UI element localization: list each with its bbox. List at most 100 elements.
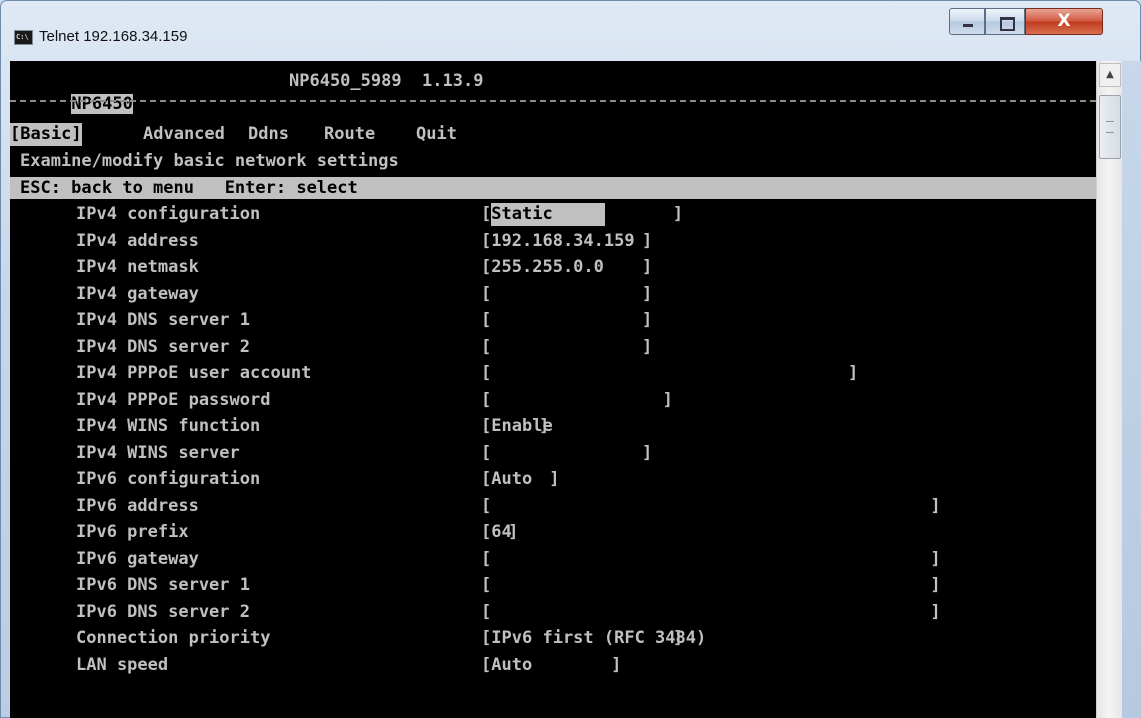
field-close-bracket: ] [930, 601, 941, 622]
scroll-up-icon[interactable]: ▲ [1099, 63, 1121, 87]
field-close-bracket: ] [930, 575, 941, 595]
setting-label: IPv4 gateway [76, 283, 199, 304]
field-close-bracket: ] [611, 654, 622, 675]
field-close-bracket: ] [672, 628, 684, 648]
setting-row[interactable]: IPv6 address [] [10, 495, 1096, 518]
field-open-bracket: [ [481, 654, 492, 675]
field-open-bracket: [ [481, 257, 492, 277]
model-label: NP6450 [71, 94, 133, 114]
setting-value[interactable]: Static [491, 203, 605, 226]
scroll-thumb[interactable] [1099, 95, 1121, 159]
field-open-bracket: [ [481, 601, 492, 622]
field-open-bracket: [ [481, 363, 492, 383]
field-open-bracket: [ [481, 495, 492, 516]
field-open-bracket: [ [481, 469, 492, 489]
setting-row[interactable]: IPv4 DNS server 1 [] [10, 309, 1096, 332]
setting-value[interactable]: 255.255.0.0 [491, 256, 604, 279]
window-title: Telnet 192.168.34.159 [39, 28, 188, 45]
field-close-bracket: ] [642, 283, 653, 304]
telnet-window: C:\ Telnet 192.168.34.159 X NP6450 NP645… [0, 0, 1141, 718]
field-open-bracket: [ [481, 204, 492, 224]
close-button[interactable]: X [1025, 8, 1103, 35]
setting-row[interactable]: IPv4 PPPoE password [] [10, 389, 1096, 412]
window-frame-right [1122, 61, 1141, 718]
setting-label: IPv4 WINS function [76, 416, 261, 436]
setting-label: IPv4 PPPoE user account [76, 363, 312, 383]
field-close-bracket: ] [549, 469, 560, 489]
field-close-bracket: ] [930, 495, 941, 516]
setting-row[interactable]: IPv6 DNS server 1 [] [10, 574, 1096, 597]
setting-value[interactable]: Auto [491, 468, 532, 491]
setting-value[interactable]: 192.168.34.159 [491, 230, 645, 253]
terminal-console[interactable]: NP6450 NP6450_5989 1.13.9 [Basic] Advance… [10, 61, 1096, 718]
menu-item-route[interactable]: Route [324, 123, 375, 146]
status-text: ESC: back to menu Enter: select [20, 178, 358, 198]
field-open-bracket: [ [481, 575, 492, 595]
title-bar[interactable]: C:\ Telnet 192.168.34.159 X [1, 1, 1140, 61]
setting-row[interactable]: IPv4 DNS server 2 [] [10, 336, 1096, 359]
menu-description: Examine/modify basic network settings [20, 151, 399, 171]
setting-label: IPv6 DNS server 1 [76, 575, 250, 595]
setting-label: IPv4 PPPoE password [76, 389, 271, 410]
setting-row[interactable]: IPv4 gateway [] [10, 283, 1096, 306]
setting-row[interactable]: IPv6 prefix[64 ] [10, 521, 1096, 544]
menu-item-quit[interactable]: Quit [416, 123, 457, 146]
setting-label: IPv4 DNS server 2 [76, 336, 250, 357]
setting-row[interactable]: LAN speed [Auto] [10, 654, 1096, 677]
setting-row[interactable]: IPv4 netmask [255.255.0.0] [10, 256, 1096, 279]
field-open-bracket: [ [481, 283, 492, 304]
setting-row[interactable]: IPv6 gateway [] [10, 548, 1096, 571]
console-icon: C:\ [14, 30, 33, 45]
setting-row[interactable]: IPv4 PPPoE user account [] [10, 362, 1096, 385]
setting-label: IPv6 DNS server 2 [76, 601, 250, 622]
setting-label: IPv6 prefix [76, 522, 189, 542]
setting-label: LAN speed [76, 654, 169, 675]
field-close-bracket: ] [848, 363, 859, 383]
field-open-bracket: [ [481, 336, 492, 357]
field-close-bracket: ] [539, 416, 550, 436]
field-close-bracket: ] [672, 204, 684, 224]
field-open-bracket: [ [481, 522, 492, 542]
setting-label: IPv4 configuration [76, 204, 261, 224]
menu-item-basic[interactable]: [Basic] [10, 123, 82, 146]
field-open-bracket: [ [481, 389, 492, 410]
setting-row[interactable]: IPv4 configuration [Static] [10, 203, 1096, 226]
setting-label: IPv6 address [76, 495, 199, 516]
setting-row[interactable]: Connection priority[IPv6 first (RFC 3484… [10, 627, 1096, 650]
setting-row[interactable]: IPv4 WINS server [] [10, 442, 1096, 465]
field-open-bracket: [ [481, 230, 492, 251]
header-line: NP6450 [10, 70, 133, 114]
device-name-version: NP6450_5989 1.13.9 [289, 71, 484, 91]
close-icon: X [1057, 11, 1071, 31]
field-close-bracket: ] [642, 310, 653, 330]
setting-value[interactable]: Auto [491, 654, 532, 677]
menu-item-ddns[interactable]: Ddns [248, 123, 289, 146]
setting-row[interactable]: IPv6 DNS server 2 [] [10, 601, 1096, 624]
maximize-button[interactable] [985, 8, 1025, 35]
setting-label: Connection priority [76, 628, 271, 648]
field-close-bracket: ] [662, 389, 673, 410]
field-open-bracket: [ [481, 548, 492, 569]
field-close-bracket: ] [508, 522, 519, 542]
setting-value[interactable]: Enable [491, 415, 563, 438]
minimize-button[interactable] [949, 8, 985, 35]
setting-label: IPv6 configuration [76, 469, 261, 489]
field-open-bracket: [ [481, 310, 492, 330]
status-bar: ESC: back to menu Enter: select [10, 177, 1096, 199]
menu-item-advanced[interactable]: Advanced [143, 123, 225, 146]
field-open-bracket: [ [481, 442, 492, 463]
vertical-scrollbar[interactable]: ▲ [1096, 61, 1122, 718]
setting-label: IPv6 gateway [76, 548, 199, 569]
field-close-bracket: ] [642, 336, 653, 357]
setting-label: IPv4 WINS server [76, 442, 240, 463]
setting-row[interactable]: IPv6 configuration [Auto] [10, 468, 1096, 491]
setting-row[interactable]: IPv4 WINS function [Enable ] [10, 415, 1096, 438]
setting-label: IPv4 DNS server 1 [76, 310, 250, 330]
setting-row[interactable]: IPv4 address [192.168.34.159 ] [10, 230, 1096, 253]
setting-label: IPv4 netmask [76, 257, 199, 277]
field-open-bracket: [ [481, 628, 492, 648]
field-close-bracket: ] [642, 230, 653, 251]
field-close-bracket: ] [642, 257, 653, 277]
field-close-bracket: ] [642, 442, 653, 463]
field-open-bracket: [ [481, 416, 492, 436]
